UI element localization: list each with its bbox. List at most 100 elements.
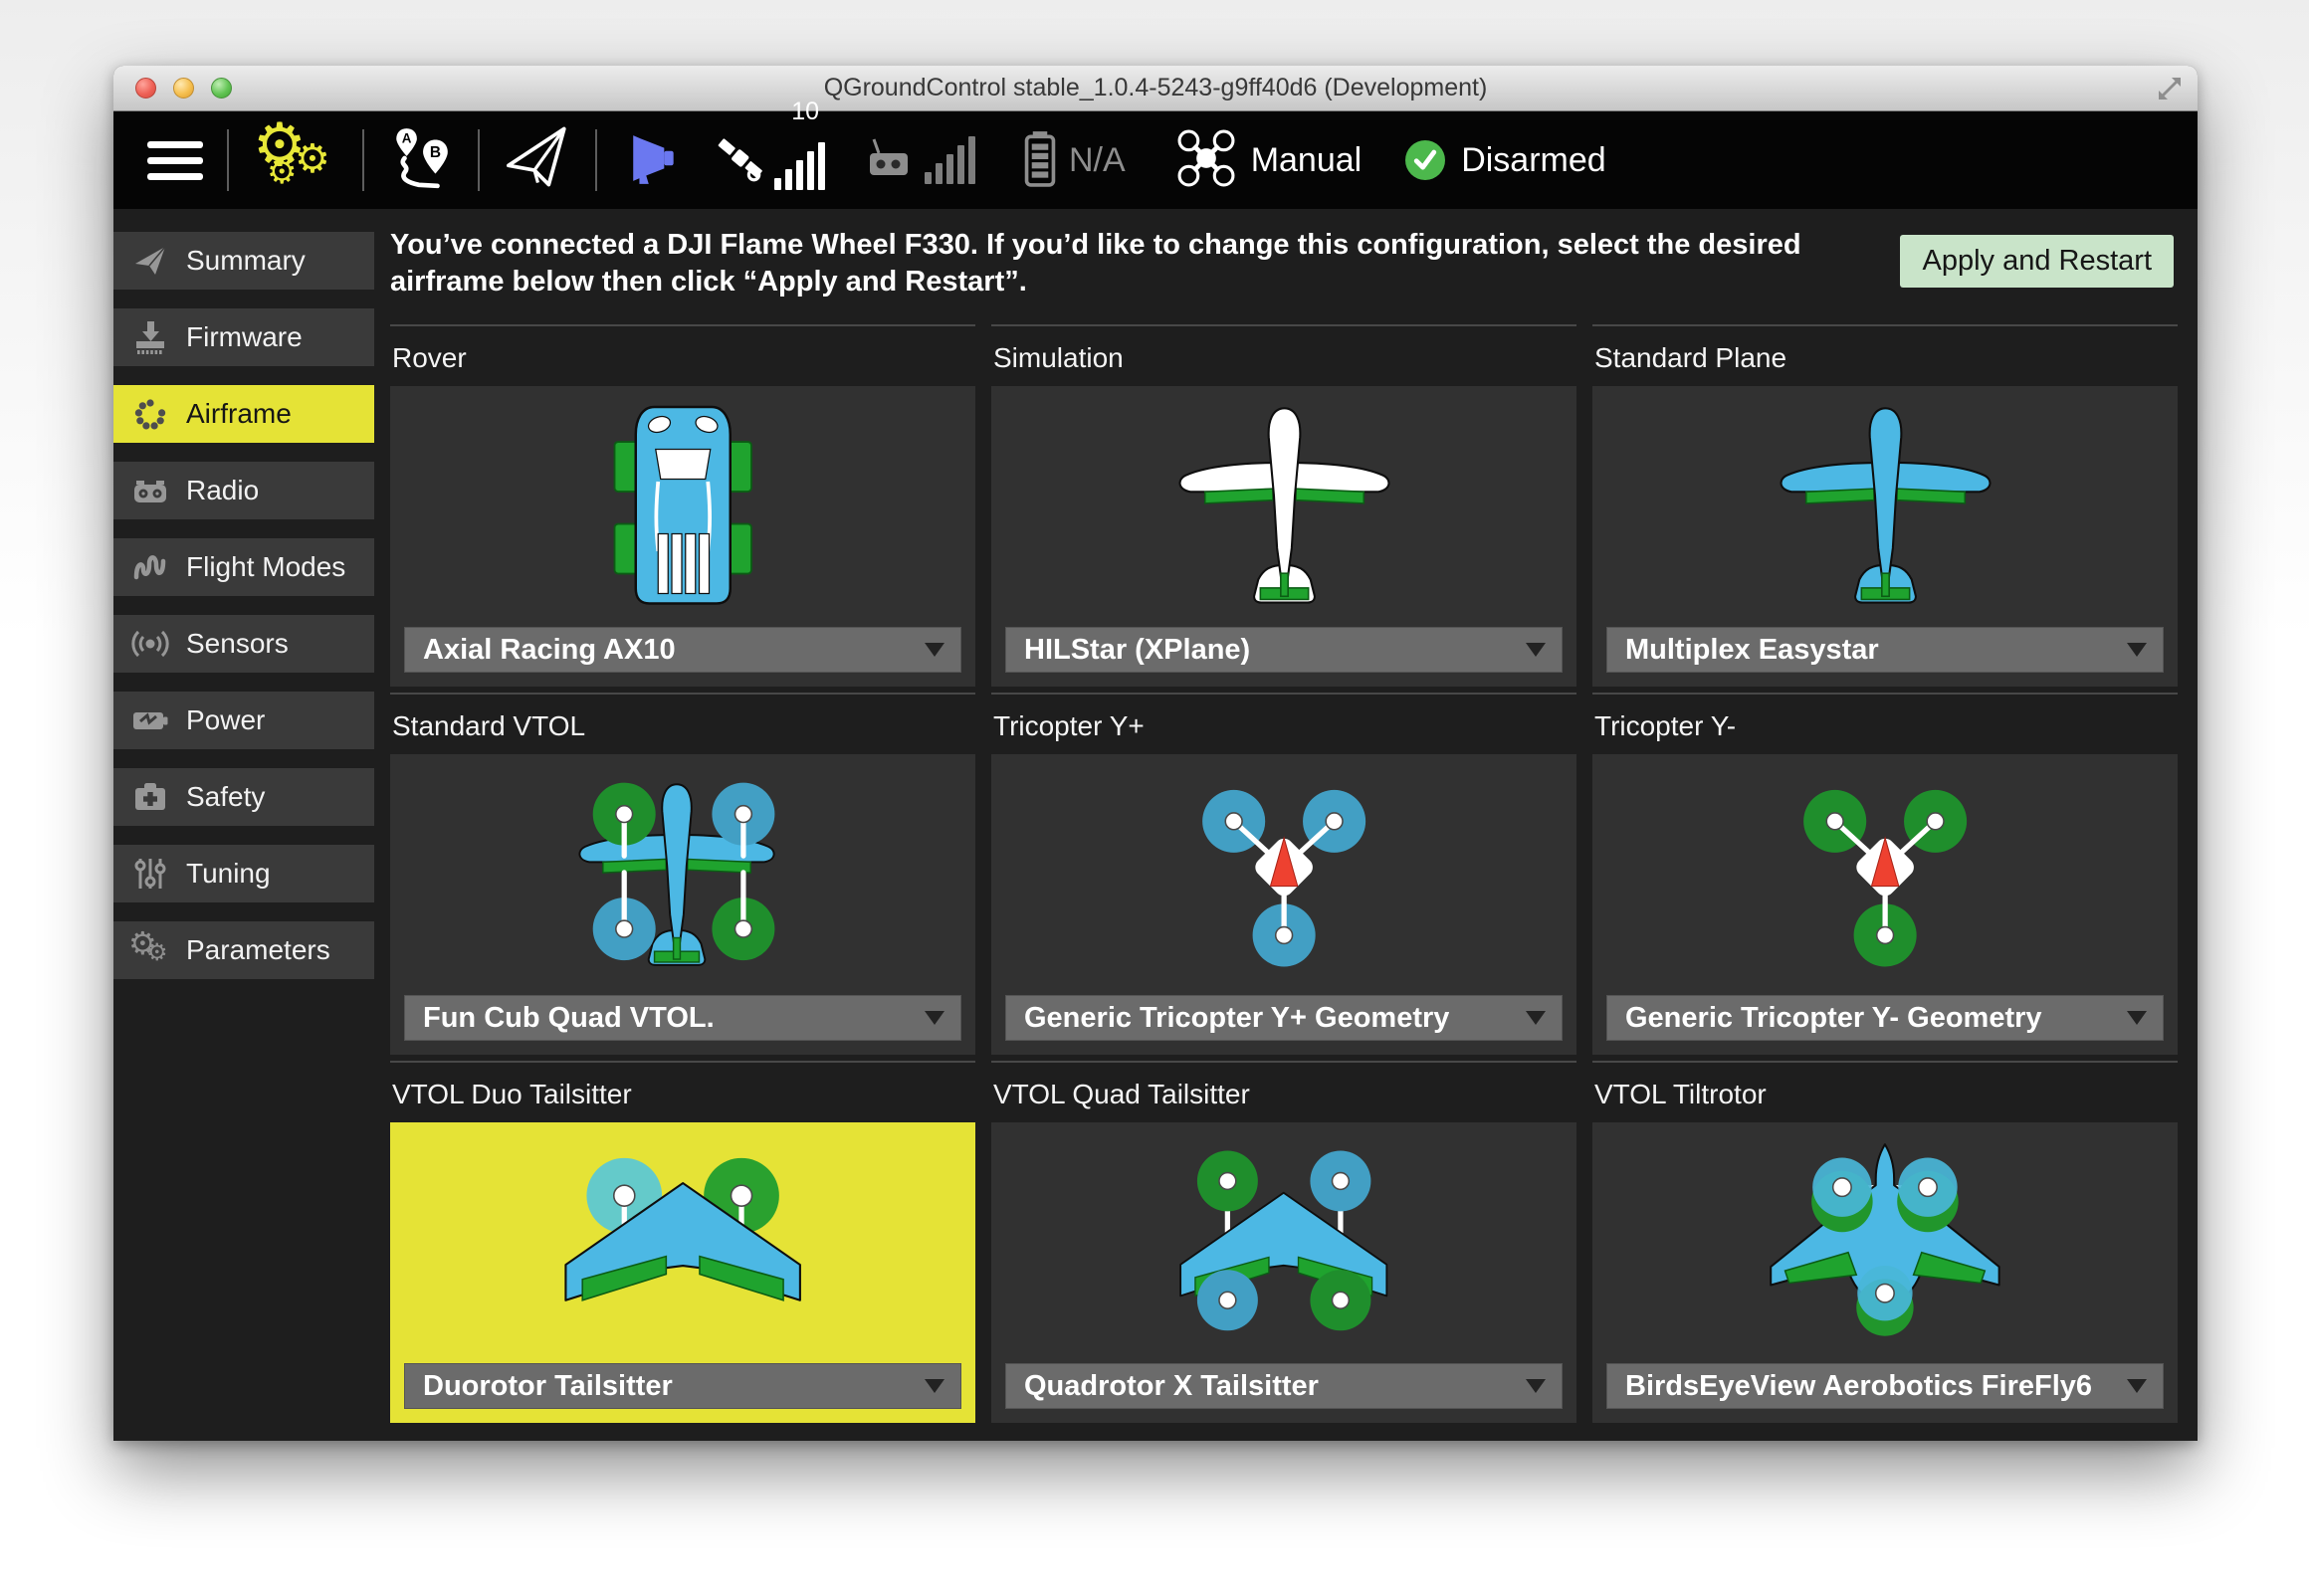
airframe-setup-panel: You’ve connected a DJI Flame Wheel F330.… <box>374 209 2198 1441</box>
rc-signal-bars <box>925 136 975 184</box>
airframe-select-standard-plane[interactable]: Multiplex Easystar <box>1606 627 2164 673</box>
section-divider <box>390 324 975 326</box>
airframe-section-tricopter-y-plus: Tricopter Y+ <box>991 693 1576 1055</box>
apply-and-restart-button[interactable]: Apply and Restart <box>1900 235 2174 288</box>
dropdown-caret-icon <box>1526 1379 1546 1393</box>
sidebar-item-airframe[interactable]: Airframe <box>113 385 374 443</box>
sidebar-item-firmware[interactable]: Firmware <box>113 308 374 366</box>
category-label: VTOL Tiltrotor <box>1594 1079 2178 1110</box>
duo-tailsitter-art <box>390 1122 975 1363</box>
section-divider <box>390 1061 975 1063</box>
section-divider <box>390 693 975 695</box>
airframe-select-rover[interactable]: Axial Racing AX10 <box>404 627 961 673</box>
airframe-card-standard-plane[interactable]: Multiplex Easystar <box>1592 386 2178 687</box>
fullscreen-icon[interactable] <box>2156 75 2184 107</box>
gps-count-label: 10 <box>791 98 819 126</box>
airframe-card-vtol-quad-tailsitter[interactable]: Quadrotor X Tailsitter <box>991 1122 1576 1423</box>
dropdown-caret-icon <box>925 643 945 657</box>
sidebar-item-radio[interactable]: Radio <box>113 462 374 519</box>
airframe-section-vtol-duo-tailsitter: VTOL Duo Tailsitter <box>390 1061 975 1423</box>
airframe-select-tricopter-y-minus[interactable]: Generic Tricopter Y- Geometry <box>1606 995 2164 1041</box>
airframe-card-standard-vtol[interactable]: Fun Cub Quad VTOL. <box>390 754 975 1055</box>
rc-transmitter-icon <box>867 134 917 187</box>
traffic-lights <box>135 78 232 99</box>
flight-mode-indicator[interactable]: Manual <box>1177 129 1363 192</box>
airframe-select-simulation[interactable]: HILStar (XPlane) <box>1005 627 1563 673</box>
sidebar-item-tuning[interactable]: Tuning <box>113 845 374 902</box>
sidebar-item-label: Firmware <box>186 321 303 353</box>
rover-art <box>390 386 975 627</box>
dropdown-caret-icon <box>925 1379 945 1393</box>
airframe-dots-icon <box>128 395 172 433</box>
sidebar-item-sensors[interactable]: Sensors <box>113 615 374 673</box>
audio-megaphone-icon[interactable] <box>627 130 683 191</box>
pin-a-label: A <box>402 130 412 145</box>
gps-signal-bars <box>774 142 825 190</box>
airframe-card-rover[interactable]: Axial Racing AX10 <box>390 386 975 687</box>
category-label: Standard VTOL <box>392 710 975 742</box>
pin-b-label: B <box>430 143 441 160</box>
qgroundcontrol-window: QGroundControl stable_1.0.4-5243-g9ff40d… <box>113 66 2198 1441</box>
zoom-button[interactable] <box>211 78 232 99</box>
dropdown-caret-icon <box>2127 1011 2147 1025</box>
dropdown-caret-icon <box>925 1011 945 1025</box>
airframe-select-vtol-tiltrotor[interactable]: BirdsEyeView Aerobotics FireFly6 <box>1606 1363 2164 1409</box>
airframe-select-standard-vtol[interactable]: Fun Cub Quad VTOL. <box>404 995 961 1041</box>
fly-paper-plane-icon[interactable] <box>504 126 571 195</box>
tiltrotor-art <box>1592 1122 2178 1363</box>
flight-mode-label: Manual <box>1251 141 1363 180</box>
sidebar-item-safety[interactable]: Safety <box>113 768 374 826</box>
sidebar-item-parameters[interactable]: ⚙⚙ Parameters <box>113 921 374 979</box>
section-divider <box>1592 324 2178 326</box>
toolbar-divider <box>478 129 480 191</box>
minimize-button[interactable] <box>173 78 194 99</box>
airframe-banner: You’ve connected a DJI Flame Wheel F330.… <box>390 227 2178 300</box>
section-divider <box>1592 693 2178 695</box>
satellite-icon <box>713 131 766 190</box>
sidebar-item-label: Airframe <box>186 398 292 430</box>
sidebar-item-label: Parameters <box>186 934 330 966</box>
connected-message: You’ve connected a DJI Flame Wheel F330.… <box>390 227 1854 300</box>
category-label: Tricopter Y+ <box>993 710 1576 742</box>
sidebar-item-label: Sensors <box>186 628 289 660</box>
sidebar-item-label: Power <box>186 704 265 736</box>
quad-tailsitter-art <box>991 1122 1576 1363</box>
category-label: Tricopter Y- <box>1594 710 2178 742</box>
category-label: VTOL Duo Tailsitter <box>392 1079 975 1110</box>
airframe-section-vtol-quad-tailsitter: VTOL Quad Tailsitter <box>991 1061 1576 1423</box>
close-button[interactable] <box>135 78 156 99</box>
setup-sidebar: Summary Firmware Airframe Radio <box>113 209 374 1441</box>
sidebar-item-power[interactable]: Power <box>113 692 374 749</box>
airframe-grid: Rover <box>390 324 2178 1423</box>
airframe-card-vtol-duo-tailsitter[interactable]: Duorotor Tailsitter <box>390 1122 975 1423</box>
dropdown-caret-icon <box>1526 643 1546 657</box>
airframe-section-simulation: Simulation <box>991 324 1576 687</box>
menu-icon[interactable] <box>147 141 203 180</box>
rc-rssi-indicator[interactable] <box>867 134 975 187</box>
battery-indicator[interactable]: N/A <box>1019 128 1126 193</box>
sidebar-item-label: Radio <box>186 475 259 506</box>
setup-gears-icon[interactable]: ⚙⚙⚙ <box>253 118 338 202</box>
airframe-card-tricopter-y-plus[interactable]: Generic Tricopter Y+ Geometry <box>991 754 1576 1055</box>
airframe-select-tricopter-y-plus[interactable]: Generic Tricopter Y+ Geometry <box>1005 995 1563 1041</box>
airframe-card-tricopter-y-minus[interactable]: Generic Tricopter Y- Geometry <box>1592 754 2178 1055</box>
sidebar-item-flight-modes[interactable]: Flight Modes <box>113 538 374 596</box>
airframe-section-vtol-tiltrotor: VTOL Tiltrotor <box>1592 1061 2178 1423</box>
plan-route-icon[interactable]: A B <box>388 126 454 195</box>
sidebar-item-summary[interactable]: Summary <box>113 232 374 290</box>
sidebar-item-label: Tuning <box>186 858 271 890</box>
dropdown-caret-icon <box>2127 1379 2147 1393</box>
tricopter-y-minus-art <box>1592 754 2178 995</box>
gps-status-indicator[interactable]: 10 <box>713 131 825 190</box>
category-label: Standard Plane <box>1594 342 2178 374</box>
firmware-download-icon <box>128 319 172 355</box>
airframe-card-vtol-tiltrotor[interactable]: BirdsEyeView Aerobotics FireFly6 <box>1592 1122 2178 1423</box>
simulation-plane-art <box>991 386 1576 627</box>
paper-plane-icon <box>128 243 172 279</box>
category-label: Simulation <box>993 342 1576 374</box>
arm-status-indicator[interactable]: Disarmed <box>1362 140 1605 180</box>
airframe-select-vtol-quad-tailsitter[interactable]: Quadrotor X Tailsitter <box>1005 1363 1563 1409</box>
multirotor-icon <box>1177 129 1235 192</box>
airframe-select-vtol-duo-tailsitter[interactable]: Duorotor Tailsitter <box>404 1363 961 1409</box>
airframe-card-simulation[interactable]: HILStar (XPlane) <box>991 386 1576 687</box>
